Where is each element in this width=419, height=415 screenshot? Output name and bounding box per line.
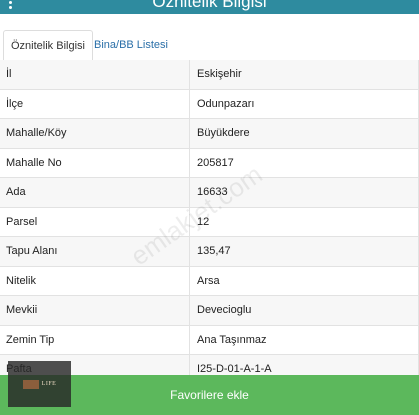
table-row: Zemin Tip Ana Taşınmaz [0,325,419,355]
row-value: Arsa [197,274,220,287]
row-key: Zemin Tip [6,333,55,346]
row-key: Tapu Alanı [6,245,58,257]
attribute-table: İl Eskişehir İlçe Odunpazarı Mahalle/Köy Bü… [0,60,419,385]
row-key: Mahalle/Köy [6,127,67,139]
row-value: Odunpazarı [197,97,255,110]
logo-text: LIFE [41,381,57,387]
row-key: Ada [6,186,26,198]
row-key: Mahalle No [6,156,62,169]
row-key: İlçe [6,97,24,110]
row-value: 16633 [197,186,228,198]
tab-oznitelik-bilgisi[interactable]: Öznitelik Bilgisi [3,30,93,61]
table-row: Mahalle No 205817 [0,148,419,178]
table-row: Tapu Alanı 135,47 [0,237,419,267]
table-row: Mahalle/Köy Büyükdere [0,119,419,149]
row-value: Devecioglu [197,304,252,316]
brand-logo: LIFE [8,361,71,407]
row-value: Büyükdere [197,127,250,139]
logo-mark-icon [22,379,39,389]
table-row: Mevkii Devecioglu [0,296,419,326]
table-row: Ada 16633 [0,178,419,208]
row-key: İl [6,68,12,80]
row-key: Mevkii [6,304,38,316]
row-value: 12 [197,215,210,228]
row-key: Parsel [6,215,38,228]
table-row: Parsel 12 [0,207,419,237]
table-row: Nitelik Arsa [0,266,419,296]
app-header: Öznitelik Bilgisi [0,0,419,14]
table-row: İl Eskişehir [0,60,419,90]
table-row: İlçe Odunpazarı [0,89,419,119]
page-title: Öznitelik Bilgisi [152,0,267,11]
row-key: Nitelik [6,274,36,287]
row-value: Eskişehir [197,68,242,80]
row-value: Ana Taşınmaz [197,333,267,346]
tab-bina-bb-listesi[interactable]: Bina/BB Listesi [87,30,175,60]
row-value: 205817 [197,156,234,169]
row-value: 135,47 [197,245,231,257]
tab-bar: Öznitelik Bilgisi Bina/BB Listesi [0,30,419,62]
